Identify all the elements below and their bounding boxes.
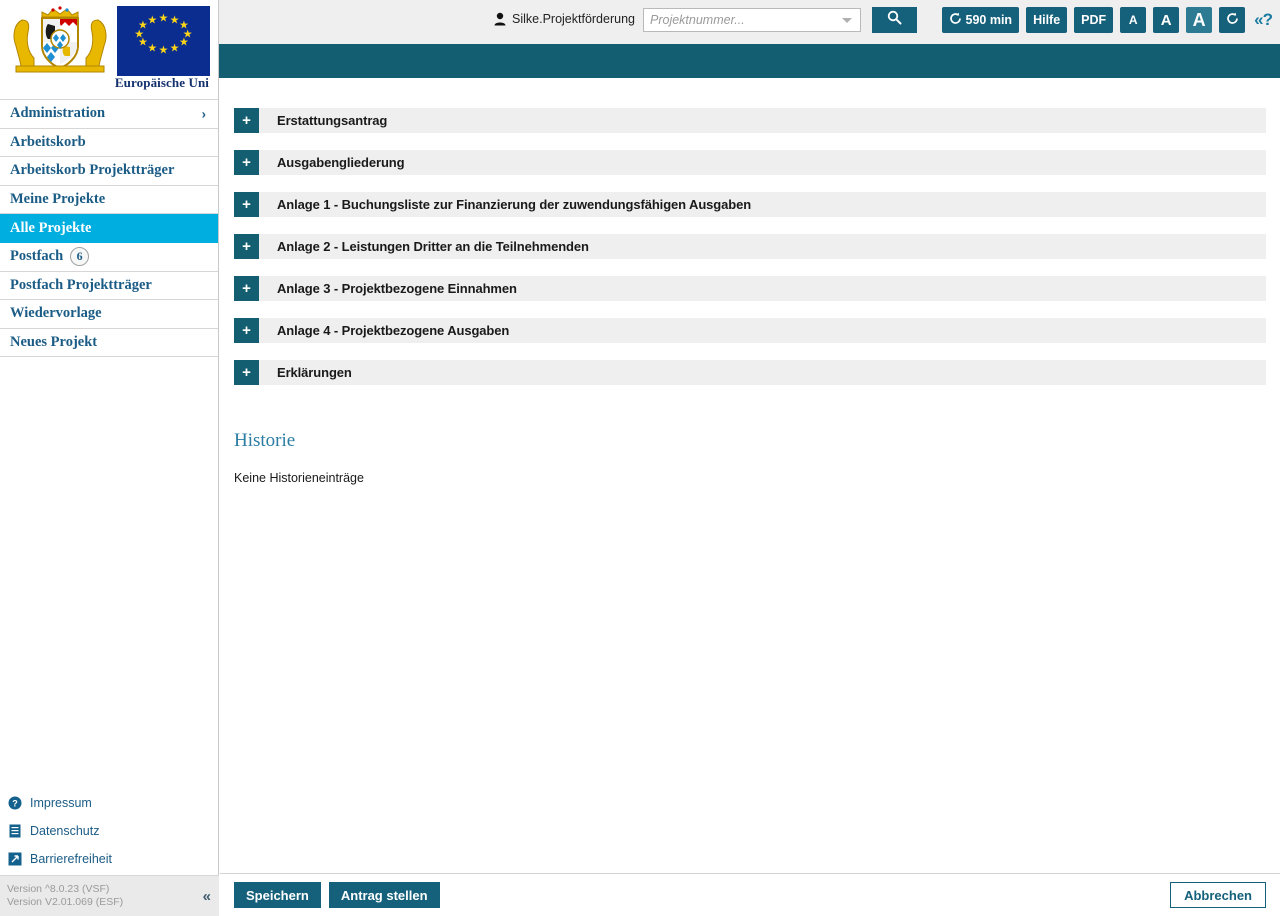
submit-application-button[interactable]: Antrag stellen (328, 882, 440, 908)
panel-anlage-4[interactable]: + Anlage 4 - Projektbezogene Ausgaben (234, 318, 1266, 343)
sidebar-footer-links: ? Impressum Datenschutz Barrierefreiheit (0, 789, 219, 873)
session-timer-label: 590 min (965, 13, 1013, 27)
pdf-label: PDF (1081, 13, 1107, 27)
font-size-large-label: A (1192, 10, 1206, 30)
session-timer-button[interactable]: 590 min (941, 7, 1020, 33)
svg-text:?: ? (12, 799, 18, 809)
application-window: ★ ★ ★ ★ ★ ★ ★ ★ ★ ★ ★ ★ Europäische Uni … (0, 0, 1280, 916)
reload-button[interactable] (1219, 7, 1246, 33)
chevron-right-icon: › (201, 106, 206, 122)
sidebar-item-label: Arbeitskorb Projektträger (10, 162, 175, 179)
expand-toggle-button[interactable]: + (234, 108, 259, 133)
expand-toggle-button[interactable]: + (234, 276, 259, 301)
sidebar-item-postfach[interactable]: Postfach 6 (0, 242, 218, 272)
font-size-medium-button[interactable]: A (1153, 7, 1180, 33)
search-input[interactable] (644, 10, 842, 30)
pdf-button[interactable]: PDF (1074, 7, 1114, 33)
postfach-count-badge: 6 (70, 247, 90, 267)
panel-anlage-1[interactable]: + Anlage 1 - Buchungsliste zur Finanzier… (234, 192, 1266, 217)
sidebar-item-label: Neues Projekt (10, 334, 98, 351)
footer-link-datenschutz[interactable]: Datenschutz (0, 817, 219, 845)
bavaria-coat-of-arms-icon (8, 6, 109, 78)
accessibility-icon (8, 852, 22, 866)
footer-link-label: Barrierefreiheit (30, 852, 112, 866)
search-icon (887, 10, 902, 30)
font-size-small-button[interactable]: A (1120, 7, 1147, 33)
sidebar-item-neues-projekt[interactable]: Neues Projekt (0, 328, 218, 358)
sidebar-item-wiedervorlage[interactable]: Wiedervorlage (0, 300, 218, 329)
user-info: Silke.Projektförderung (494, 12, 635, 26)
font-size-small-label: A (1128, 13, 1138, 27)
main-content: + Erstattungsantrag + Ausgabengliederung… (220, 78, 1280, 873)
panel-ausgabengliederung[interactable]: + Ausgabengliederung (234, 150, 1266, 175)
footer-link-label: Impressum (30, 796, 92, 810)
question-circle-icon: ? (8, 796, 22, 810)
search-button[interactable] (872, 7, 917, 33)
footer-link-impressum[interactable]: ? Impressum (0, 789, 219, 817)
sidebar-item-label: Alle Projekte (10, 219, 92, 236)
toolbar: 590 min Hilfe PDF A A A «? (941, 7, 1275, 33)
help-label: Hilfe (1033, 13, 1061, 27)
panel-erklaerungen[interactable]: + Erklärungen (234, 360, 1266, 385)
sidebar-item-label: Administration (10, 105, 106, 122)
version-bar: Version ^8.0.23 (VSF) Version V2.01.069 … (0, 875, 219, 916)
help-button[interactable]: Hilfe (1026, 7, 1068, 33)
expand-toggle-button[interactable]: + (234, 318, 259, 343)
expand-toggle-button[interactable]: + (234, 234, 259, 259)
panel-title: Anlage 2 - Leistungen Dritter an die Tei… (277, 239, 589, 254)
european-union-flag-icon: ★ ★ ★ ★ ★ ★ ★ ★ ★ ★ ★ ★ (116, 6, 210, 76)
expand-toggle-button[interactable]: + (234, 192, 259, 217)
refresh-icon (1226, 12, 1239, 28)
sidebar-item-label: Postfach Projektträger (10, 276, 152, 293)
panel-erstattungsantrag[interactable]: + Erstattungsantrag (234, 108, 1266, 133)
page-title-band (219, 44, 1280, 78)
sidebar-item-administration[interactable]: Administration › (0, 100, 218, 129)
user-name: Silke.Projektförderung (512, 12, 635, 26)
sidebar-item-alle-projekte[interactable]: Alle Projekte (0, 214, 218, 243)
collapse-sidebar-button[interactable]: « (203, 888, 211, 905)
cancel-button[interactable]: Abbrechen (1170, 882, 1266, 908)
panel-anlage-2[interactable]: + Anlage 2 - Leistungen Dritter an die T… (234, 234, 1266, 259)
panel-title: Erklärungen (277, 365, 352, 380)
footer-link-barrierefreiheit[interactable]: Barrierefreiheit (0, 845, 219, 873)
font-size-medium-label: A (1160, 11, 1172, 29)
panel-title: Anlage 4 - Projektbezogene Ausgaben (277, 323, 510, 338)
sidebar-item-label: Wiedervorlage (10, 305, 102, 322)
history-empty-text: Keine Historieneinträge (234, 471, 364, 485)
top-bar: Silke.Projektförderung 590 min Hilfe PDF (219, 0, 1280, 44)
sidebar-item-label: Meine Projekte (10, 191, 106, 208)
sidebar-nav: Administration › Arbeitskorb Arbeitskorb… (0, 99, 218, 358)
panel-title: Ausgabengliederung (277, 155, 405, 170)
person-icon (494, 12, 506, 26)
action-bar: Speichern Antrag stellen Abbrechen (220, 873, 1280, 916)
chevron-down-icon[interactable] (842, 17, 852, 23)
sidebar-item-meine-projekte[interactable]: Meine Projekte (0, 185, 218, 215)
refresh-icon (949, 12, 962, 28)
save-button[interactable]: Speichern (234, 882, 321, 908)
sidebar-item-postfach-projekttraeger[interactable]: Postfach Projektträger (0, 271, 218, 301)
font-size-large-button[interactable]: A (1186, 7, 1213, 33)
history-heading: Historie (234, 430, 296, 451)
expand-toggle-button[interactable]: + (234, 360, 259, 385)
logo-row: ★ ★ ★ ★ ★ ★ ★ ★ ★ ★ ★ ★ (0, 0, 218, 78)
panel-anlage-3[interactable]: + Anlage 3 - Projektbezogene Einnahmen (234, 276, 1266, 301)
sidebar-item-arbeitskorb-projekttraeger[interactable]: Arbeitskorb Projektträger (0, 157, 218, 186)
accordion-panels: + Erstattungsantrag + Ausgabengliederung… (220, 78, 1280, 385)
panel-title: Erstattungsantrag (277, 113, 388, 128)
panel-title: Anlage 1 - Buchungsliste zur Finanzierun… (277, 197, 752, 212)
sidebar: ★ ★ ★ ★ ★ ★ ★ ★ ★ ★ ★ ★ Europäische Uni … (0, 0, 219, 916)
expand-toggle-button[interactable]: + (234, 150, 259, 175)
footer-link-label: Datenschutz (30, 824, 100, 838)
sidebar-item-label: Postfach (10, 248, 64, 265)
project-search-field[interactable] (643, 8, 861, 32)
sidebar-item-arbeitskorb[interactable]: Arbeitskorb (0, 128, 218, 158)
version-text: Version ^8.0.23 (VSF) Version V2.01.069 … (7, 883, 124, 908)
sidebar-item-label: Arbeitskorb (10, 133, 86, 150)
panel-title: Anlage 3 - Projektbezogene Einnahmen (277, 281, 517, 296)
context-help-icon[interactable]: «? (1254, 10, 1273, 30)
document-icon (8, 824, 22, 838)
